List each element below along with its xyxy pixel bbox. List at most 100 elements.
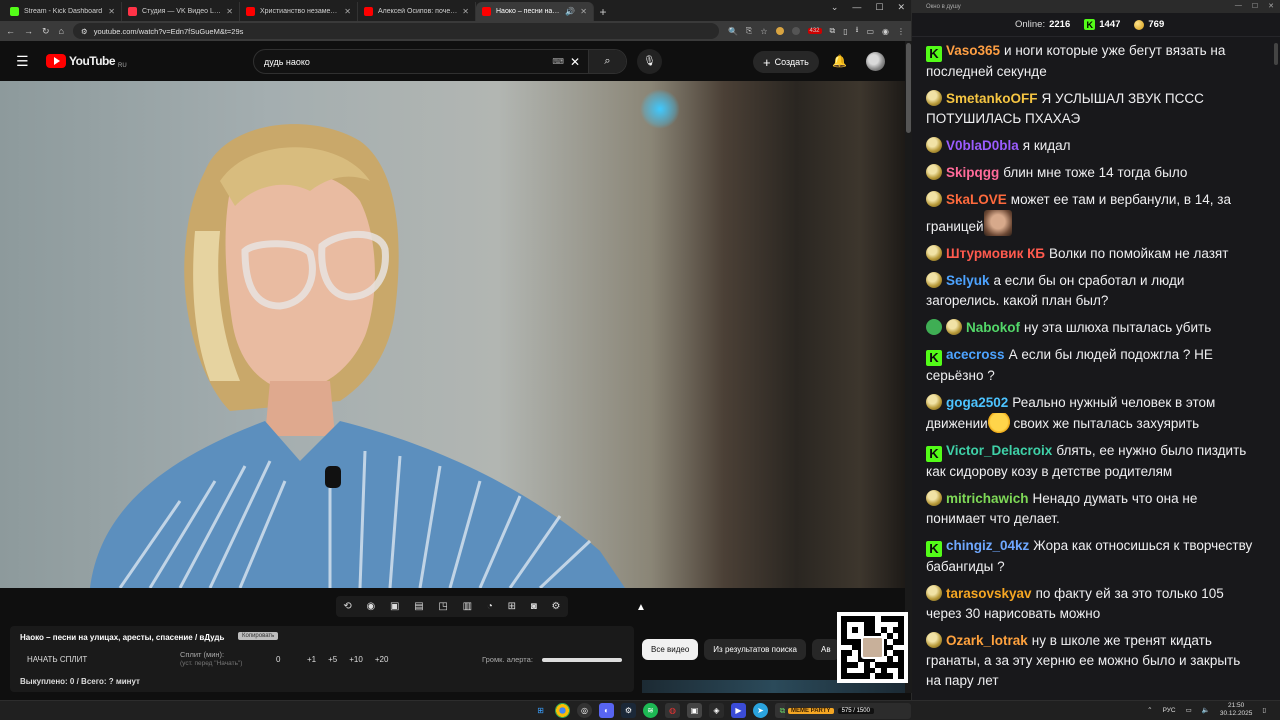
chat-username[interactable]: Skipqgg (946, 165, 999, 180)
close-icon[interactable]: ✕ (226, 7, 233, 16)
extensions-puzzle-icon[interactable]: ⧉ (830, 26, 836, 36)
close-window-icon[interactable]: ✕ (897, 2, 905, 13)
start-split-button[interactable]: НАЧАТЬ СПЛИТ (27, 655, 87, 664)
extension-badge[interactable]: 432 (807, 28, 822, 34)
theater-icon[interactable]: ▥ (463, 601, 472, 612)
page-scrollbar[interactable] (905, 41, 912, 693)
chat-username[interactable]: acecross (946, 347, 1005, 362)
speed-icon[interactable]: ◔ (487, 601, 493, 612)
screenshot-icon[interactable]: ◙ (531, 601, 537, 612)
chat-username[interactable]: Victor_Delacroix (946, 443, 1052, 458)
increment-5-button[interactable]: +5 (328, 655, 337, 664)
spotify-icon[interactable]: ≋ (643, 703, 658, 718)
back-icon[interactable]: ← (6, 26, 15, 36)
windows-start-icon[interactable]: ⊞ (533, 703, 548, 718)
tab-vk-studio[interactable]: Студия — VK Видео Live ✕ (122, 2, 240, 21)
scrollbar-thumb[interactable] (906, 43, 911, 133)
minimize-icon[interactable]: — (852, 2, 861, 13)
chat-username[interactable]: V0blaD0bla (946, 138, 1019, 153)
youtube-logo[interactable]: YouTube RU (46, 54, 127, 69)
extension-dark-icon[interactable] (791, 27, 800, 35)
chat-username[interactable]: mitrichawich (946, 491, 1029, 506)
pip-icon[interactable]: ◳ (438, 601, 447, 612)
add-icon[interactable]: ⊞ (508, 601, 516, 612)
chat-username[interactable]: chingiz_04kz (946, 538, 1029, 553)
chat-username[interactable]: Ozark_lotrak (946, 633, 1028, 648)
network-icon[interactable]: ▭ (1186, 706, 1192, 714)
avatar[interactable] (866, 52, 885, 71)
meme-party-widget[interactable]: MEME PARTY 575 / 1500 (785, 703, 911, 719)
language-indicator[interactable]: РУС (1163, 707, 1176, 714)
maximize-icon[interactable]: ☐ (1252, 2, 1258, 10)
profile-icon[interactable]: ◉ (882, 27, 889, 36)
video-player[interactable] (0, 81, 905, 588)
search-input[interactable] (254, 56, 553, 67)
chip-all-videos[interactable]: Все видео (642, 639, 699, 660)
split-view-icon[interactable]: ▭ (866, 27, 874, 36)
tab-search-icon[interactable]: ⌄ (831, 2, 839, 13)
tab-youtube-2[interactable]: Алексей Осипов: почему Бог... ✕ (358, 2, 476, 21)
keyboard-icon[interactable]: ⌨ (552, 57, 564, 66)
url-field[interactable]: ⚙ youtube.com/watch?v=Edn7fSuGueM&t=29s (72, 23, 719, 39)
copy-badge[interactable]: Копировать (238, 632, 279, 640)
menu-icon[interactable]: ☰ (16, 53, 30, 70)
download-icon[interactable]: ⭳ (856, 24, 859, 38)
telegram-icon[interactable]: ➤ (753, 703, 768, 718)
chat-scrollbar-thumb[interactable] (1274, 43, 1278, 65)
chip-from-search[interactable]: Из результатов поиска (704, 639, 806, 660)
chat-username[interactable]: Vaso365 (946, 43, 1000, 58)
tab-youtube-1[interactable]: Христианство незаметно уходит ✕ (240, 2, 358, 21)
tab-kick-dashboard[interactable]: Stream - Kick Dashboard ✕ (4, 2, 122, 21)
app-red-icon[interactable]: ◍ (665, 703, 680, 718)
increment-1-button[interactable]: +1 (307, 655, 316, 664)
volume-icon[interactable]: 🔈 (1202, 706, 1210, 714)
site-info-icon[interactable]: ⚙ (81, 27, 88, 36)
chat-username[interactable]: SmetankoOFF (946, 91, 1038, 106)
app-game-icon[interactable]: ◈ (709, 703, 724, 718)
browser-menu-icon[interactable]: ⋮ (897, 27, 905, 36)
reload-icon[interactable]: ↻ (42, 26, 50, 37)
chat-username[interactable]: Selyuk (946, 273, 990, 288)
media-player-icon[interactable]: ▶ (731, 703, 746, 718)
clock[interactable]: 21:50 30.12.2025 (1220, 702, 1253, 718)
minimize-icon[interactable]: — (1235, 2, 1242, 10)
notification-icon[interactable]: ▯ (1262, 706, 1266, 714)
cinema-icon[interactable]: ▣ (390, 601, 399, 612)
alert-volume-slider[interactable] (542, 658, 622, 662)
steam-icon[interactable]: ⚙ (621, 703, 636, 718)
close-icon[interactable]: ✕ (462, 7, 469, 16)
clear-search-icon[interactable]: ✕ (570, 55, 580, 69)
chat-username[interactable]: SkaLOVE (946, 192, 1007, 207)
chat-username[interactable]: goga2502 (946, 395, 1008, 410)
split-value[interactable]: 0 (276, 655, 280, 664)
tray-overflow-icon[interactable]: ⌃ (1147, 706, 1152, 714)
discord-icon[interactable]: ◐ (599, 703, 614, 718)
close-icon[interactable]: ✕ (344, 7, 351, 16)
speaker-icon[interactable]: 🔊 (565, 7, 575, 16)
extension-yellow-icon[interactable] (775, 27, 784, 35)
chip-author[interactable]: Ав (812, 639, 840, 660)
tab-youtube-active[interactable]: Наоко – песни на улицах, а... 🔊 ✕ (476, 2, 594, 21)
bookmark-star-icon[interactable]: ☆ (760, 27, 767, 36)
notifications-bell-icon[interactable]: 🔔 (832, 54, 847, 68)
settings-gear-icon[interactable]: ⚙ (552, 601, 561, 612)
chat-username[interactable]: Штурмовик КБ (946, 246, 1045, 261)
audio-icon[interactable]: ◉ (367, 601, 376, 612)
chat-username[interactable]: tarasovskyav (946, 586, 1032, 601)
increment-10-button[interactable]: +10 (349, 655, 363, 664)
close-icon[interactable]: ✕ (580, 7, 587, 16)
zoom-icon[interactable]: 🔍 (728, 27, 738, 36)
create-button[interactable]: + Создать (753, 51, 819, 73)
loop-icon[interactable]: ⟲ (343, 601, 351, 612)
home-icon[interactable]: ⌂ (59, 26, 64, 36)
new-tab-button[interactable]: + (594, 2, 612, 21)
cast-icon[interactable]: ⎘ (746, 26, 752, 36)
chrome-icon[interactable] (555, 703, 570, 718)
clapper-icon[interactable]: ▤ (414, 601, 423, 612)
close-icon[interactable]: ✕ (108, 7, 115, 16)
maximize-icon[interactable]: ☐ (875, 2, 883, 13)
close-icon[interactable]: ✕ (1268, 2, 1274, 10)
obs-icon[interactable]: ◎ (577, 703, 592, 718)
chat-username[interactable]: Nabokof (966, 320, 1020, 335)
app-gray-icon[interactable]: ▣ (687, 703, 702, 718)
